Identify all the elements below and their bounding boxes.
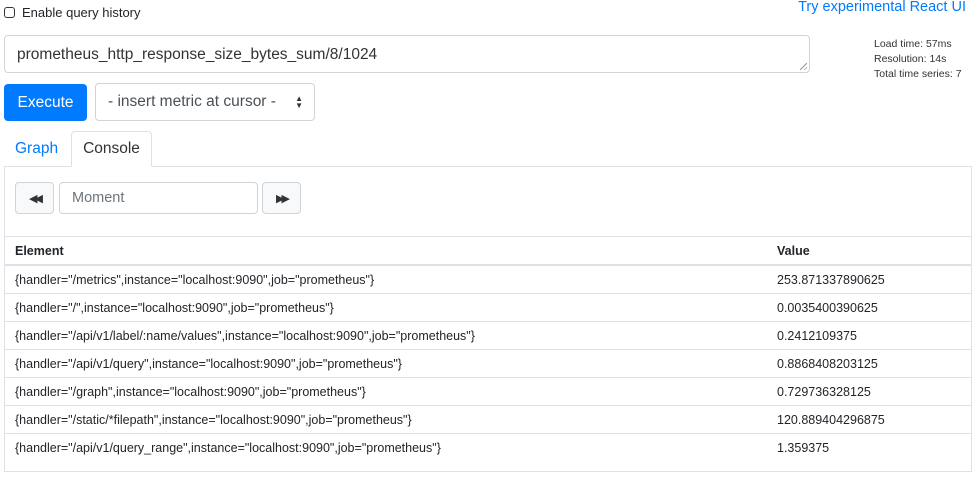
row-value: 0.2412109375: [777, 329, 857, 343]
row-value: 0.0035400390625: [777, 301, 878, 315]
row-element: {handler="/api/v1/query",instance="local…: [15, 357, 402, 371]
select-arrows-icon: ▲ ▼: [295, 94, 303, 110]
moment-forward-button[interactable]: ▶▶: [262, 182, 301, 214]
column-header-value: Value: [777, 244, 810, 258]
row-element: {handler="/static/*filepath",instance="l…: [15, 413, 412, 427]
insert-metric-label: - insert metric at cursor -: [108, 93, 276, 110]
row-element: {handler="/",instance="localhost:9090",j…: [15, 301, 334, 315]
react-ui-link[interactable]: Try experimental React UI: [798, 0, 966, 15]
row-value: 0.729736328125: [777, 385, 871, 399]
row-value: 1.359375: [777, 441, 830, 455]
row-element: {handler="/graph",instance="localhost:90…: [15, 385, 366, 399]
resize-grip-icon[interactable]: [800, 63, 807, 70]
moment-back-button[interactable]: ◀◀: [15, 182, 54, 214]
total-time-series: Total time series: 7: [874, 68, 962, 80]
table-row: {handler="/graph",instance="localhost:90…: [5, 378, 971, 406]
expression-text: prometheus_http_response_size_bytes_sum/…: [17, 46, 378, 63]
table-row: {handler="/api/v1/label/:name/values",in…: [5, 322, 971, 350]
moment-placeholder: Moment: [72, 190, 125, 206]
row-element: {handler="/metrics",instance="localhost:…: [15, 273, 375, 287]
query-history-checkbox[interactable]: [4, 7, 15, 18]
row-value: 0.8868408203125: [777, 357, 878, 371]
table-row: {handler="/api/v1/query_range",instance=…: [5, 434, 971, 462]
query-stats: Load time: 57ms Resolution: 14s Total ti…: [874, 37, 962, 82]
insert-metric-select[interactable]: - insert metric at cursor - ▲ ▼: [95, 83, 315, 121]
row-value: 120.889404296875: [777, 413, 885, 427]
table-row: {handler="/metrics",instance="localhost:…: [5, 266, 971, 294]
query-history-toggle[interactable]: Enable query history: [4, 5, 141, 20]
resolution: Resolution: 14s: [874, 53, 947, 65]
load-time: Load time: 57ms: [874, 38, 952, 50]
expression-input[interactable]: prometheus_http_response_size_bytes_sum/…: [4, 35, 810, 73]
column-header-element: Element: [15, 244, 64, 258]
table-header: Element Value: [5, 236, 971, 266]
row-element: {handler="/api/v1/query_range",instance=…: [15, 441, 441, 455]
row-element: {handler="/api/v1/label/:name/values",in…: [15, 329, 475, 343]
fast-forward-icon: ▶▶: [276, 192, 290, 205]
moment-input[interactable]: Moment: [59, 182, 258, 214]
fast-backward-icon: ◀◀: [29, 192, 43, 205]
table-row: {handler="/api/v1/query",instance="local…: [5, 350, 971, 378]
execute-button[interactable]: Execute: [4, 84, 87, 121]
tab-console[interactable]: Console: [71, 131, 152, 167]
table-row: {handler="/",instance="localhost:9090",j…: [5, 294, 971, 322]
tab-graph[interactable]: Graph: [15, 140, 58, 158]
table-row: {handler="/static/*filepath",instance="l…: [5, 406, 971, 434]
query-history-label: Enable query history: [22, 5, 141, 20]
row-value: 253.871337890625: [777, 273, 885, 287]
